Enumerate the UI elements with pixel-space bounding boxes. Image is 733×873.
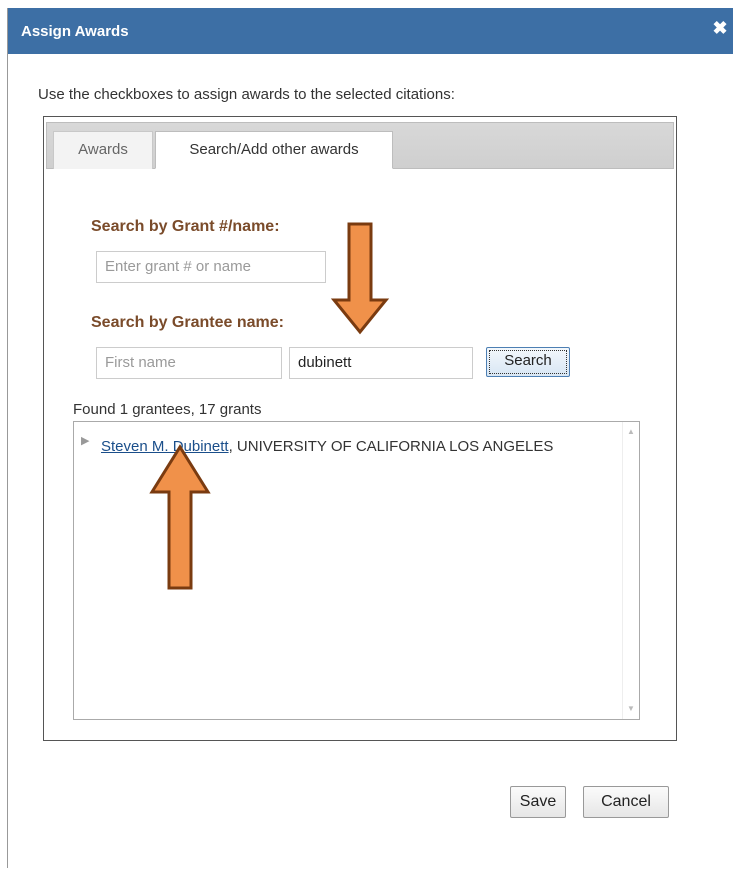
scroll-up-icon[interactable]: ▲ bbox=[623, 424, 639, 440]
close-icon[interactable]: ✖ bbox=[710, 18, 730, 38]
results-summary: Found 1 grantees, 17 grants bbox=[73, 401, 262, 418]
awards-panel: Awards Search/Add other awards Search by… bbox=[43, 116, 677, 741]
tab-search-add-other-awards[interactable]: Search/Add other awards bbox=[155, 131, 393, 169]
tab-awards[interactable]: Awards bbox=[53, 131, 153, 169]
dialog-titlebar: Assign Awards ✖ bbox=[8, 8, 733, 54]
grant-search-label: Search by Grant #/name: bbox=[91, 218, 280, 235]
grantee-search-label: Search by Grantee name: bbox=[91, 314, 284, 331]
scroll-down-icon[interactable]: ▼ bbox=[623, 701, 639, 717]
last-name-input[interactable]: dubinett bbox=[289, 347, 473, 379]
results-scrollbar[interactable]: ▲ ▼ bbox=[622, 422, 639, 719]
tab-bar: Awards Search/Add other awards bbox=[46, 122, 674, 169]
dialog-left-border bbox=[7, 8, 8, 868]
triangle-right-icon[interactable]: ▶ bbox=[81, 434, 89, 447]
first-name-input[interactable]: First name bbox=[96, 347, 282, 379]
dialog-title: Assign Awards bbox=[21, 23, 129, 40]
save-button[interactable]: Save bbox=[510, 786, 566, 818]
annotation-arrow-down bbox=[330, 222, 390, 335]
annotation-arrow-up bbox=[149, 444, 211, 590]
instructions-text: Use the checkboxes to assign awards to t… bbox=[38, 86, 455, 103]
cancel-button[interactable]: Cancel bbox=[583, 786, 669, 818]
grantee-institution: , UNIVERSITY OF CALIFORNIA LOS ANGELES bbox=[228, 438, 554, 455]
search-button[interactable]: Search bbox=[486, 347, 570, 377]
grant-search-input[interactable]: Enter grant # or name bbox=[96, 251, 326, 283]
